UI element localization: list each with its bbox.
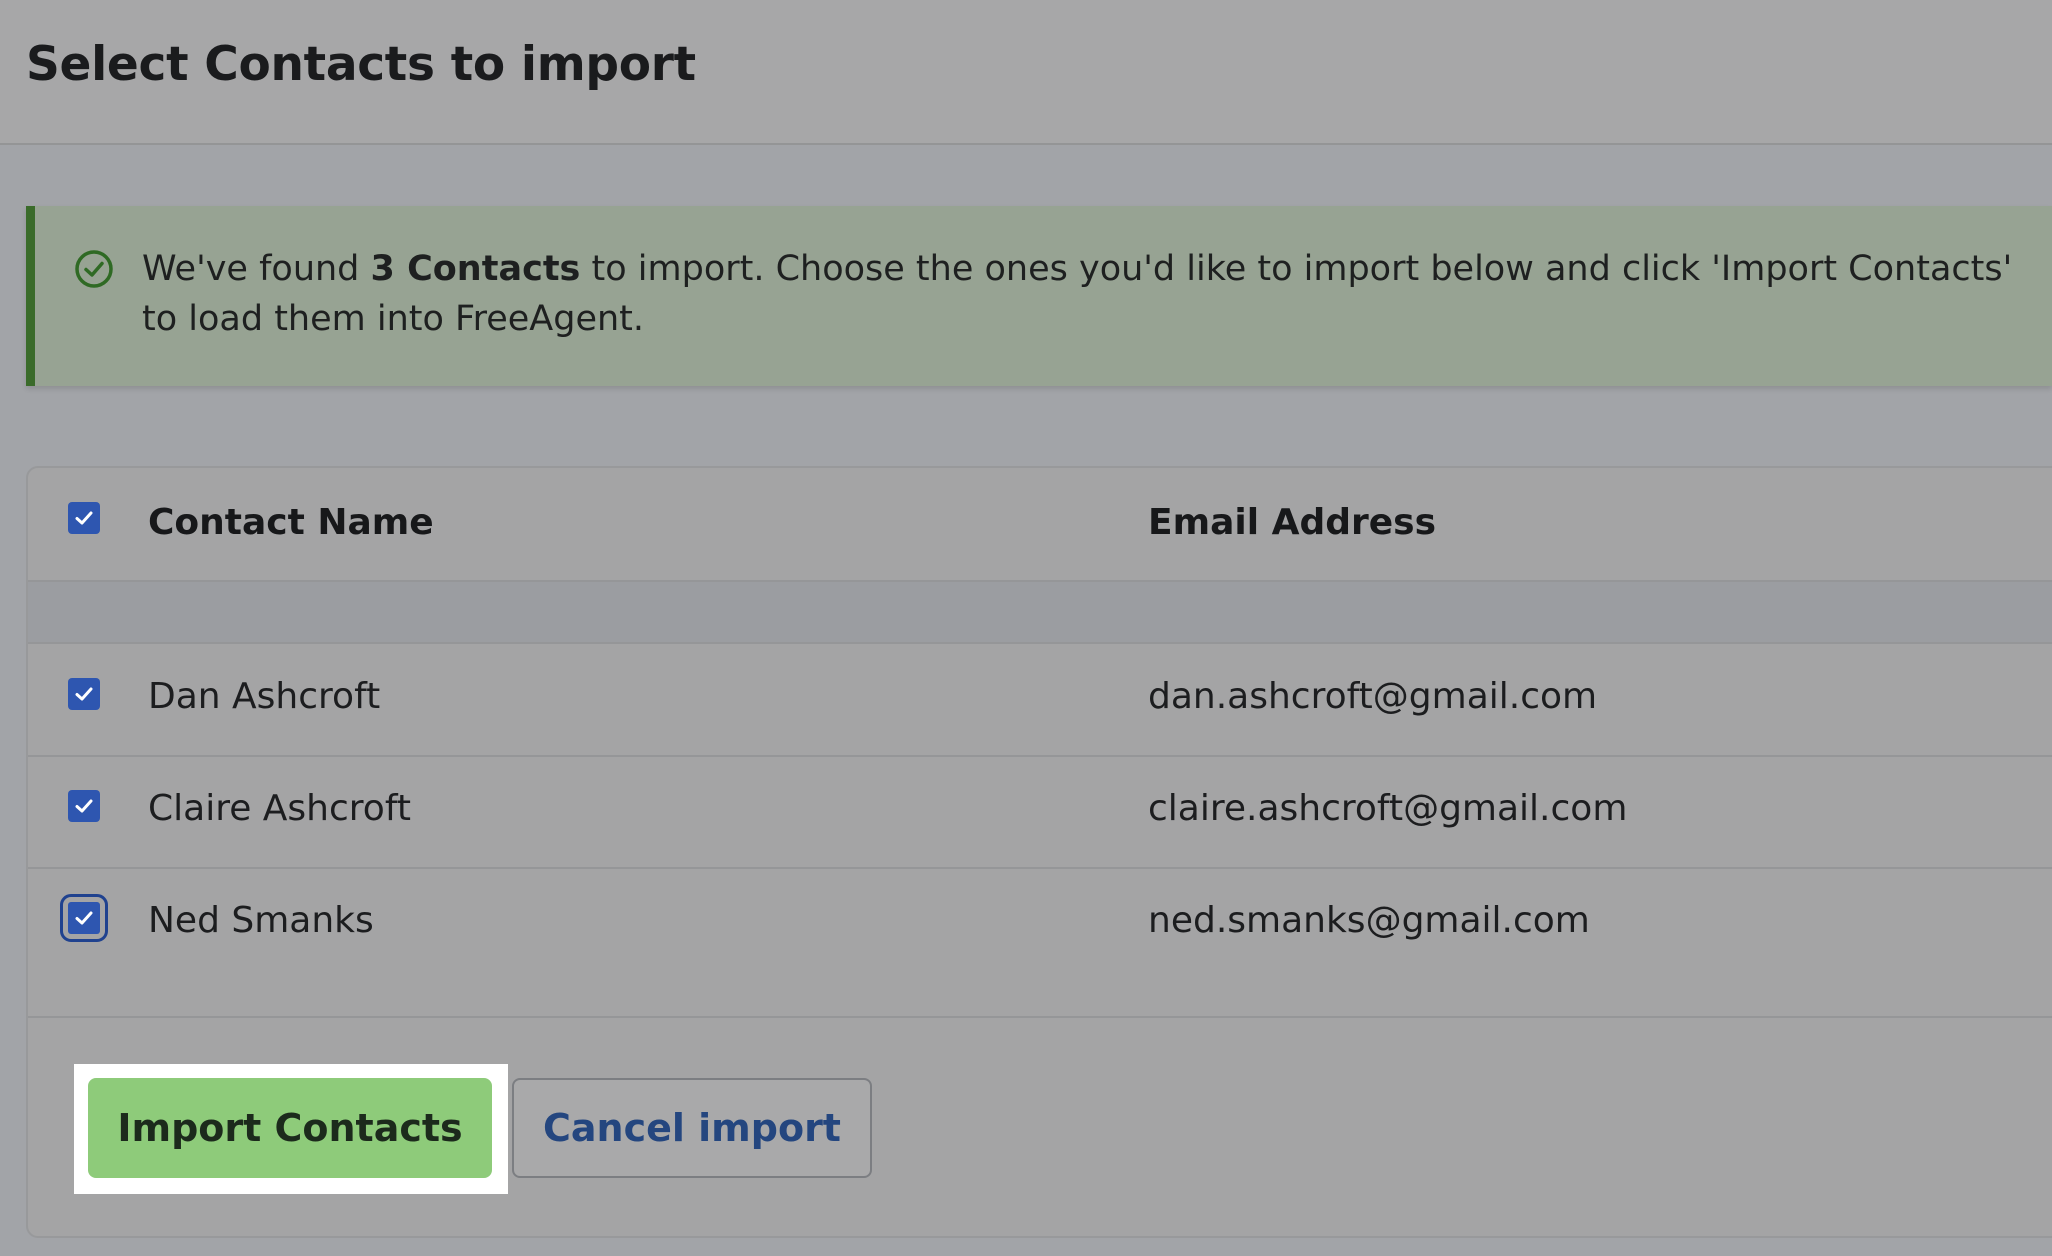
table-row: Ned Smanks ned.smanks@gmail.com: [28, 868, 2052, 979]
contact-email: claire.ashcroft@gmail.com: [1148, 788, 1628, 829]
import-contacts-button[interactable]: Import Contacts: [88, 1078, 492, 1178]
notice-contact-count: 3 Contacts: [370, 249, 581, 289]
table-row: Dan Ashcroft dan.ashcroft@gmail.com: [28, 644, 2052, 757]
page-header: Select Contacts to import: [0, 0, 2052, 145]
contact-name: Dan Ashcroft: [148, 676, 381, 717]
contact-name: Claire Ashcroft: [148, 788, 411, 829]
table-header: Contact Name Email Address: [28, 468, 2052, 582]
checkmark-icon: [75, 687, 93, 701]
success-notice: We've found 3 Contacts to import. Choose…: [26, 206, 2052, 386]
contacts-table-card: Contact Name Email Address Dan Ashcroft …: [26, 466, 2052, 1238]
checkmark-icon: [75, 799, 93, 813]
checkmark-icon: [75, 911, 93, 925]
row-checkbox-claire-ashcroft[interactable]: [68, 790, 100, 822]
page-title: Select Contacts to import: [26, 37, 696, 92]
checkmark-icon: [75, 511, 93, 525]
table-row: Claire Ashcroft claire.ashcroft@gmail.co…: [28, 756, 2052, 869]
row-checkbox-dan-ashcroft[interactable]: [68, 678, 100, 710]
cancel-import-button[interactable]: Cancel import: [512, 1078, 872, 1178]
notice-message: We've found 3 Contacts to import. Choose…: [142, 244, 2022, 344]
contact-email: ned.smanks@gmail.com: [1148, 900, 1590, 941]
contact-email: dan.ashcroft@gmail.com: [1148, 676, 1598, 717]
column-header-contact-name[interactable]: Contact Name: [148, 502, 434, 543]
select-all-checkbox[interactable]: [68, 502, 100, 534]
footer-divider: [28, 1016, 2052, 1018]
column-header-email-address[interactable]: Email Address: [1148, 502, 1436, 543]
row-checkbox-ned-smanks[interactable]: [60, 894, 108, 942]
notice-text-prefix: We've found: [142, 249, 371, 289]
check-circle-icon: [75, 250, 113, 288]
contact-name: Ned Smanks: [148, 900, 374, 941]
table-spacer-row: [28, 582, 2052, 644]
